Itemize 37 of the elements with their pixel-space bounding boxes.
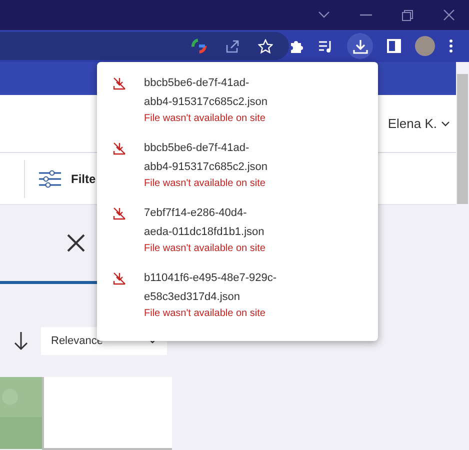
minimize-icon[interactable]	[360, 14, 372, 16]
file-name: 7ebf7f14-e286-40d4-	[144, 206, 248, 221]
download-status: File wasn't available on site	[144, 307, 266, 321]
scrollbar-thumb[interactable]	[457, 74, 468, 204]
restore-icon[interactable]	[402, 10, 413, 20]
star-icon[interactable]	[258, 38, 273, 54]
avatar[interactable]	[415, 36, 435, 56]
user-menu[interactable]: Elena K.	[388, 114, 450, 134]
media-queue-icon[interactable]	[318, 40, 333, 52]
side-panel-icon[interactable]	[387, 39, 401, 53]
filter-label[interactable]: Filte	[71, 170, 96, 188]
download-item[interactable]: bbcb5be6-de7f-41ad- abb4-915317c685c2.json File wasn't available on site	[97, 74, 378, 126]
download-status: File wasn't available on site	[144, 242, 266, 256]
close-icon[interactable]	[443, 9, 455, 21]
share-icon[interactable]	[225, 38, 240, 54]
download-item[interactable]: b11041f6-e495-48e7-929c- e58c3ed317d4.json File wasn't available on site	[97, 269, 378, 321]
download-status: File wasn't available on site	[144, 177, 266, 191]
sliders-icon[interactable]	[39, 170, 61, 188]
file-name: e58c3ed317d4.json	[144, 290, 242, 305]
download-status: File wasn't available on site	[144, 112, 266, 126]
file-name: bbcb5be6-de7f-41ad-	[144, 76, 250, 91]
chevron-down-icon[interactable]	[318, 11, 330, 19]
puzzle-piece-icon[interactable]	[289, 38, 304, 54]
download-item[interactable]: bbcb5be6-de7f-41ad- abb4-915317c685c2.json File wasn't available on site	[97, 139, 378, 191]
close-icon[interactable]	[66, 233, 86, 253]
chevron-down-icon	[441, 120, 450, 126]
file-name: aeda-011dc18fd1b1.json	[144, 225, 266, 240]
download-icon	[352, 38, 368, 54]
download-button[interactable]	[347, 33, 373, 59]
file-name: bbcb5be6-de7f-41ad-	[144, 141, 250, 156]
sort-direction-icon[interactable]	[13, 331, 29, 351]
more-menu-icon[interactable]	[449, 39, 453, 53]
file-name: abb4-915317c685c2.json	[144, 160, 268, 175]
download-item[interactable]: 7ebf7f14-e286-40d4- aeda-011dc18fd1b1.json File wasn't available on site	[97, 204, 378, 256]
file-name: b11041f6-e495-48e7-929c-	[144, 271, 277, 286]
file-name: abb4-915317c685c2.json	[144, 95, 268, 110]
google-logo-icon[interactable]	[191, 38, 207, 54]
